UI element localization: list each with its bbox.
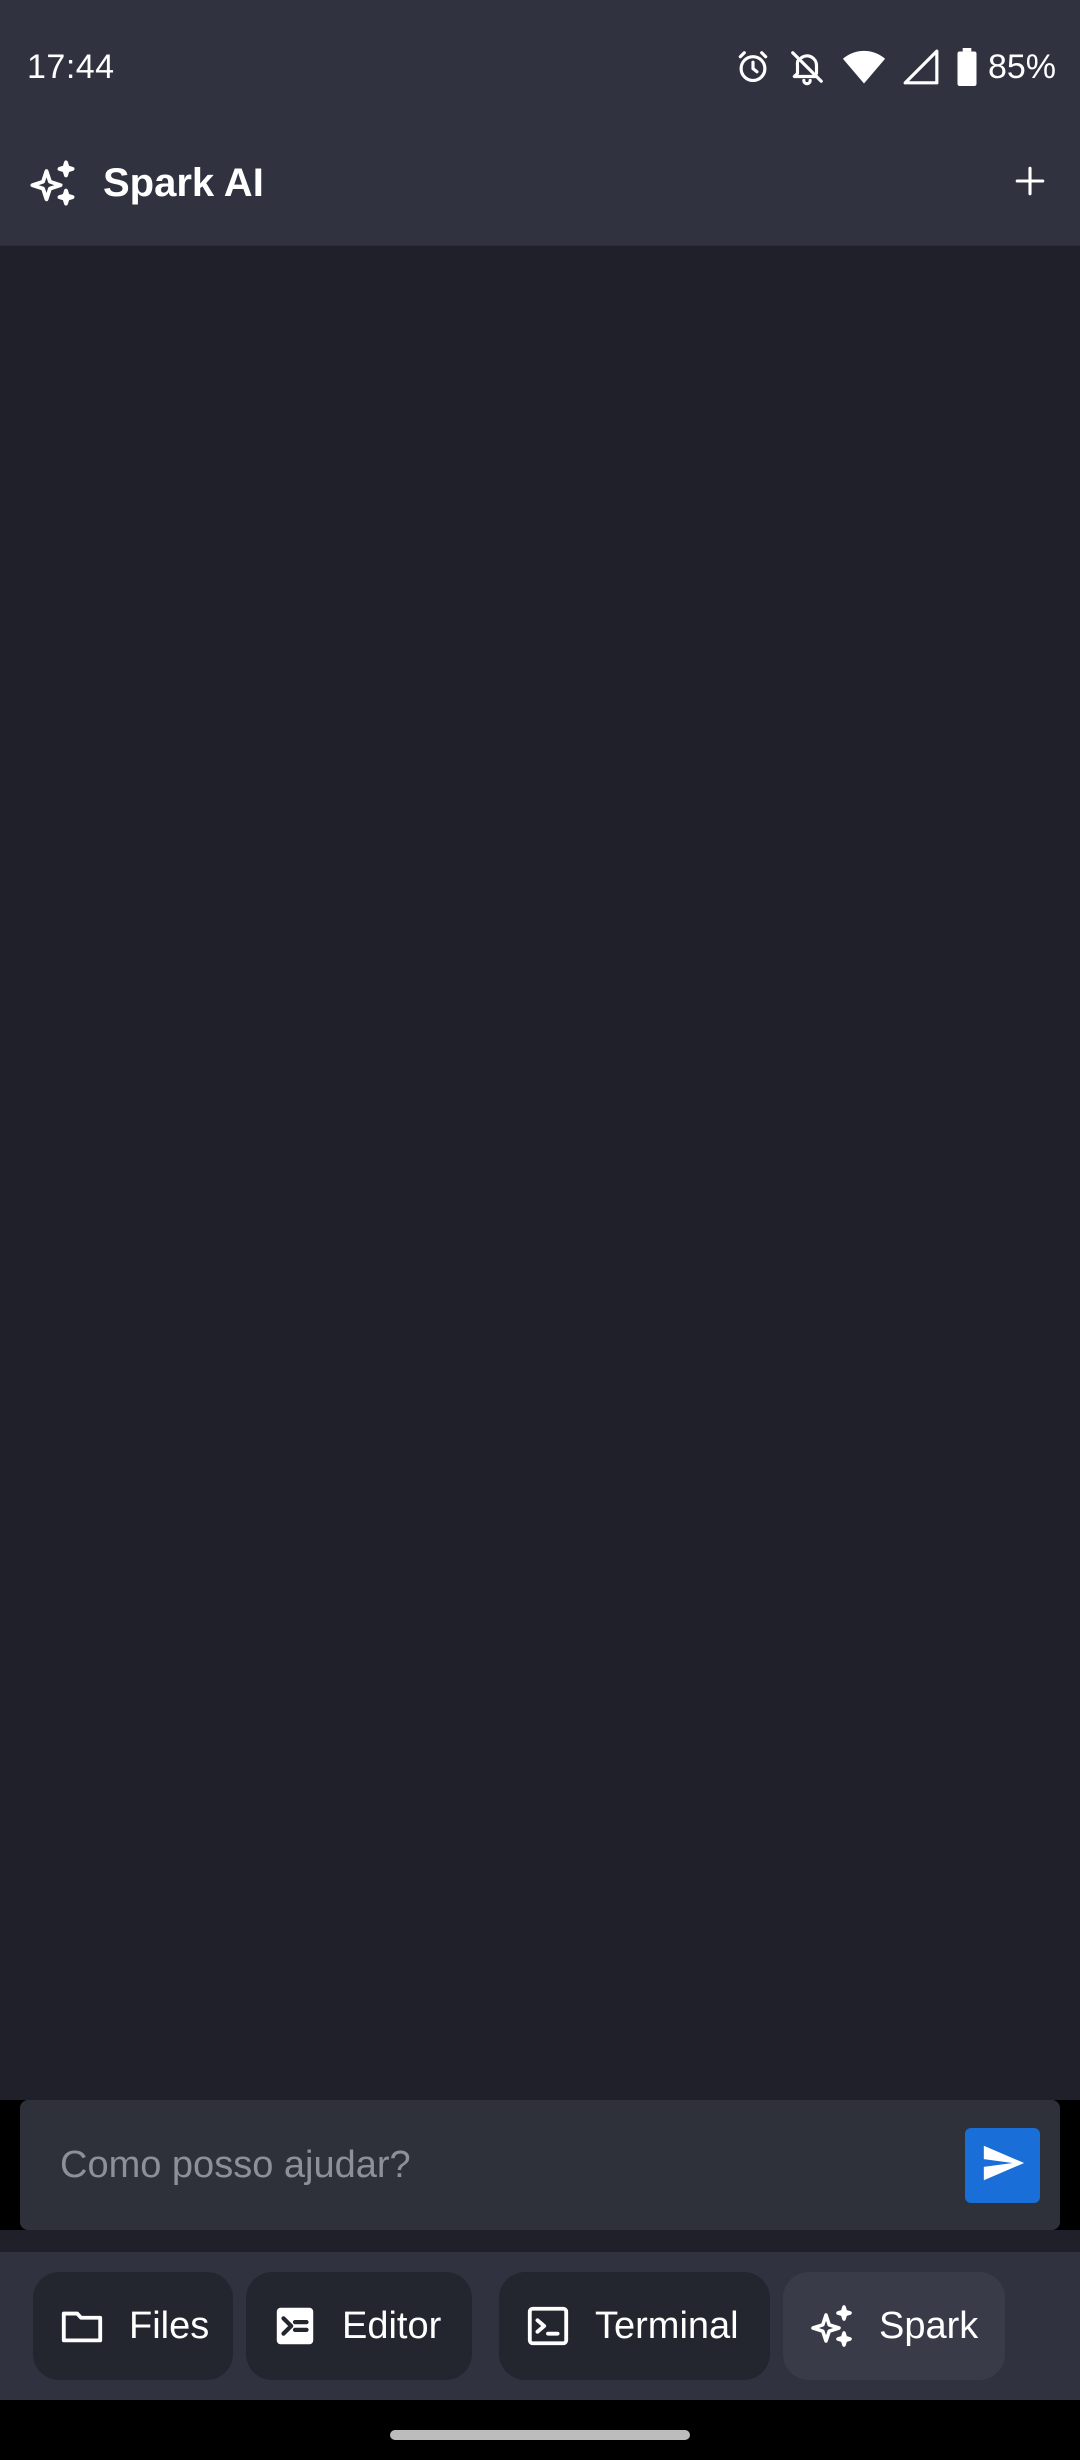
send-icon (980, 2140, 1026, 2191)
plus-icon (1013, 164, 1047, 203)
sparkle-icon (807, 2301, 857, 2351)
app-bar: Spark AI (0, 135, 1080, 246)
nav-terminal-button[interactable]: Terminal (499, 2272, 770, 2380)
status-icons: 85% (734, 40, 1056, 94)
folder-icon (57, 2301, 107, 2351)
nav-spark-label: Spark (879, 2304, 979, 2347)
notifications-off-icon (788, 48, 826, 86)
nav-editor-button[interactable]: Editor (246, 2272, 472, 2380)
status-time: 17:44 (27, 48, 115, 86)
battery-percent: 85% (987, 47, 1056, 86)
chat-input[interactable] (58, 2124, 942, 2206)
wifi-icon (842, 48, 886, 86)
new-chat-button[interactable] (1000, 153, 1060, 213)
nav-files-label: Files (129, 2304, 210, 2347)
battery-icon (956, 48, 978, 86)
home-gesture-handle[interactable] (390, 2430, 690, 2440)
editor-icon (270, 2301, 320, 2351)
bottom-nav: Files Editor Terminal Spark (0, 2252, 1080, 2400)
cellular-signal-icon (902, 48, 940, 86)
status-bar: 17:44 85% (0, 0, 1080, 135)
chat-input-box (20, 2100, 1060, 2230)
alarm-icon (734, 48, 772, 86)
nav-editor-label: Editor (342, 2304, 442, 2347)
app-title: Spark AI (103, 161, 264, 205)
terminal-icon (523, 2301, 573, 2351)
sparkle-icon (27, 157, 79, 209)
send-button[interactable] (965, 2128, 1040, 2203)
nav-terminal-label: Terminal (595, 2304, 739, 2347)
nav-spark-button[interactable]: Spark (783, 2272, 1005, 2380)
nav-files-button[interactable]: Files (33, 2272, 233, 2380)
chat-bottom-spacer (0, 2230, 1080, 2252)
chat-messages-area (0, 246, 1080, 2100)
gesture-bar (0, 2400, 1080, 2460)
